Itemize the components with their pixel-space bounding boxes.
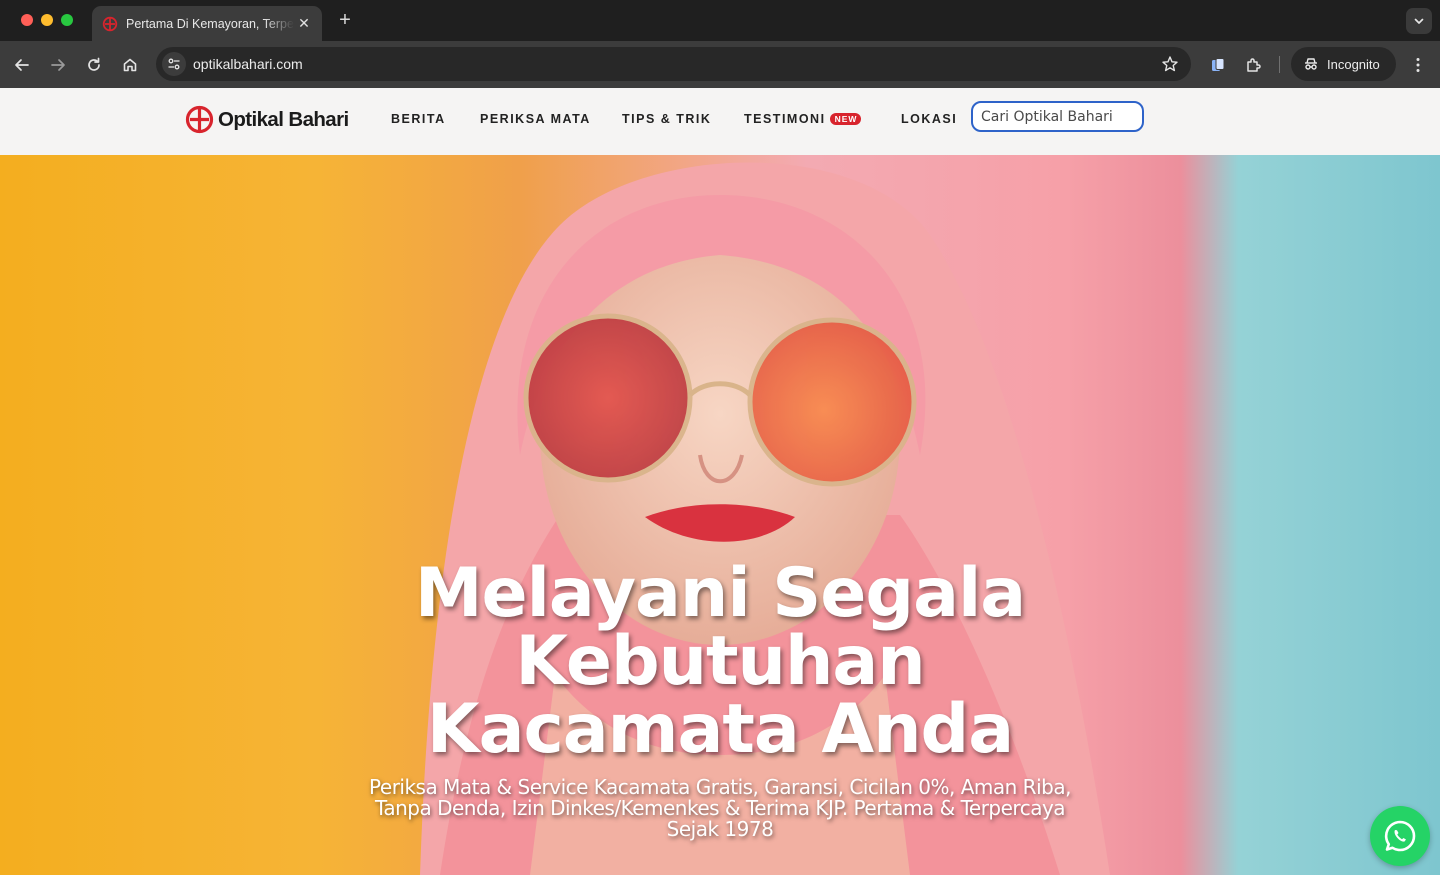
hero-banner: Melayani Segala Kebutuhan Kacamata Anda … bbox=[0, 155, 1440, 875]
site-logo[interactable]: Optikal Bahari bbox=[185, 105, 349, 134]
whatsapp-icon bbox=[1384, 820, 1416, 852]
toolbar-divider bbox=[1279, 56, 1280, 73]
incognito-label: Incognito bbox=[1327, 56, 1380, 72]
nav-periksa-mata[interactable]: PERIKSA MATA bbox=[480, 112, 591, 126]
browser-tab-bar: Pertama Di Kemayoran, Terpercaya Sejak 1… bbox=[0, 0, 1440, 41]
hero-headline: Melayani Segala Kebutuhan Kacamata Anda bbox=[0, 560, 1440, 764]
home-icon bbox=[123, 58, 137, 72]
browser-menu-button[interactable] bbox=[1405, 52, 1431, 78]
page-viewport: Optikal Bahari BERITA PERIKSA MATA TIPS … bbox=[0, 88, 1440, 875]
browser-tab-active[interactable]: Pertama Di Kemayoran, Terpercaya Sejak 1… bbox=[92, 6, 322, 41]
back-button[interactable] bbox=[9, 52, 35, 78]
site-search-input[interactable] bbox=[971, 101, 1144, 132]
nav-tips-trik[interactable]: TIPS & TRIK bbox=[622, 112, 711, 126]
extension-icon bbox=[1247, 58, 1261, 72]
hero-headline-line1: Melayani Segala bbox=[414, 554, 1026, 633]
incognito-indicator[interactable]: Incognito bbox=[1291, 47, 1396, 81]
forward-button[interactable] bbox=[45, 52, 71, 78]
logo-text: Optikal Bahari bbox=[218, 107, 349, 131]
maximize-window-button[interactable] bbox=[61, 14, 73, 26]
new-tab-button[interactable]: + bbox=[334, 9, 356, 31]
optikal-bahari-logo-icon bbox=[185, 105, 214, 134]
hero-headline-line3: Kacamata Anda bbox=[426, 690, 1014, 769]
extension-docs-button[interactable] bbox=[1205, 52, 1231, 78]
new-badge: NEW bbox=[829, 113, 862, 125]
chevron-down-icon bbox=[1414, 18, 1424, 24]
site-settings-button[interactable] bbox=[162, 52, 186, 76]
incognito-icon bbox=[1305, 58, 1317, 70]
site-favicon-icon bbox=[102, 16, 118, 31]
bookmark-star-icon[interactable] bbox=[1161, 55, 1179, 73]
close-window-button[interactable] bbox=[21, 14, 33, 26]
docs-extension-icon bbox=[1212, 58, 1225, 71]
nav-berita[interactable]: BERITA bbox=[391, 112, 446, 126]
hero-headline-line2: Kebutuhan bbox=[515, 622, 925, 701]
url-text[interactable]: optikalbahari.com bbox=[193, 56, 303, 72]
minimize-window-button[interactable] bbox=[41, 14, 53, 26]
whatsapp-chat-button[interactable] bbox=[1370, 806, 1430, 866]
browser-toolbar: optikalbahari.com Incognito bbox=[0, 41, 1440, 88]
tab-title: Pertama Di Kemayoran, Terpercaya Sejak 1… bbox=[126, 16, 294, 31]
tab-close-icon[interactable]: ✕ bbox=[296, 15, 312, 32]
site-settings-icon bbox=[168, 58, 180, 70]
site-header: Optikal Bahari BERITA PERIKSA MATA TIPS … bbox=[0, 88, 1440, 155]
reload-icon bbox=[88, 57, 100, 71]
forward-icon bbox=[51, 59, 65, 71]
back-icon bbox=[15, 59, 29, 71]
hero-subtitle: Periksa Mata & Service Kacamata Gratis, … bbox=[369, 775, 1071, 841]
extensions-button[interactable] bbox=[1241, 52, 1267, 78]
reload-button[interactable] bbox=[81, 52, 107, 78]
nav-lokasi[interactable]: LOKASI bbox=[901, 112, 957, 126]
home-button[interactable] bbox=[117, 52, 143, 78]
nav-testimoni[interactable]: TESTIMONI NEW bbox=[744, 112, 862, 126]
nav-testimoni-label: TESTIMONI bbox=[744, 112, 826, 126]
menu-icon bbox=[1416, 58, 1420, 72]
address-bar[interactable]: optikalbahari.com bbox=[156, 47, 1191, 81]
tab-search-button[interactable] bbox=[1406, 8, 1432, 34]
